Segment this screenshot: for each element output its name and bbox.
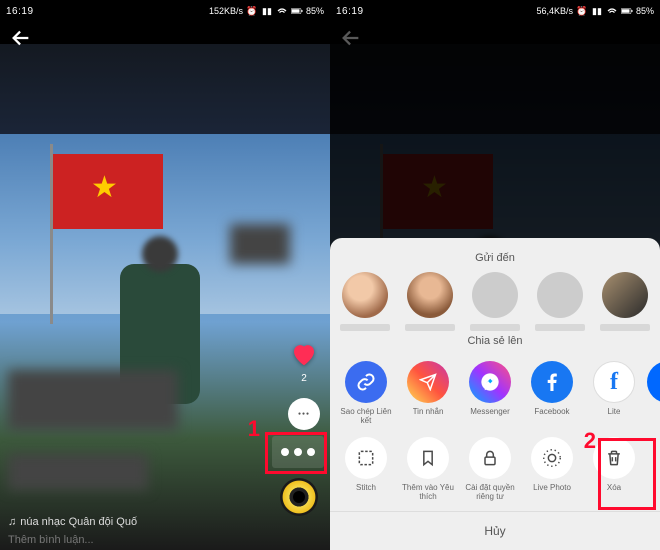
trash-icon [593, 437, 635, 479]
music-row[interactable]: ♫ núa nhạc Quân đội Quố [8, 516, 260, 528]
bookmark-icon [407, 437, 449, 479]
contact-item[interactable] [532, 272, 587, 331]
two-phone-tutorial: 16:19 152KB/s ⏰ ▮▮ 85% 2 ●●● [0, 0, 660, 550]
action-stitch[interactable]: Stitch [338, 437, 394, 501]
avatar [602, 272, 648, 318]
music-note-icon: ♫ [8, 516, 16, 528]
side-action-bar: 2 ●●● [288, 339, 320, 430]
signal-icon: ▮▮ [591, 5, 603, 17]
back-button[interactable] [0, 22, 330, 54]
facebook-icon [531, 361, 573, 403]
dots-icon: ●●● [298, 411, 310, 417]
video-background[interactable] [0, 44, 330, 550]
back-button[interactable] [330, 22, 660, 54]
phone-left: 16:19 152KB/s ⏰ ▮▮ 85% 2 ●●● [0, 0, 330, 550]
battery-icon [291, 5, 303, 17]
battery-percent: 85% [306, 6, 324, 16]
share-more[interactable]: Z [648, 361, 660, 425]
contact-item[interactable] [597, 272, 652, 331]
send-to-row[interactable] [330, 272, 660, 331]
arrow-left-icon [340, 27, 362, 49]
share-facebook[interactable]: Facebook [524, 361, 580, 425]
status-time: 16:19 [336, 6, 364, 17]
send-to-title: Gửi đến [330, 248, 660, 272]
status-bar: 16:19 56,4KB/s ⏰ ▮▮ 85% [330, 0, 660, 22]
action-favorite[interactable]: Thêm vào Yêu thích [400, 437, 456, 501]
lock-icon [469, 437, 511, 479]
battery-percent: 85% [636, 6, 654, 16]
facebook-lite-icon: f [593, 361, 635, 403]
comment-button[interactable]: ●●● [288, 398, 320, 430]
share-copy-link[interactable]: Sao chép Liên kết [338, 361, 394, 425]
contact-name-placeholder [470, 324, 520, 331]
battery-icon [621, 5, 633, 17]
messenger-icon [469, 361, 511, 403]
action-delete[interactable]: Xóa [586, 437, 642, 501]
zalo-icon: Z [647, 361, 660, 403]
cancel-button[interactable]: Hủy [330, 511, 660, 550]
wifi-icon [276, 5, 288, 17]
network-speed: 152KB/s [209, 6, 243, 16]
contact-name-placeholder [535, 324, 585, 331]
more-options-button[interactable] [272, 436, 324, 468]
arrow-left-icon [10, 27, 32, 49]
actions-row[interactable]: Stitch Thêm vào Yêu thích Cài đặt quyền … [330, 433, 660, 511]
contact-item[interactable] [338, 272, 393, 331]
avatar [342, 272, 388, 318]
share-sheet: Gửi đến Chia sẻ lên Sao chép Liên kết Ti… [330, 238, 660, 550]
action-privacy[interactable]: Cài đặt quyền riêng tư [462, 437, 518, 501]
avatar [472, 272, 518, 318]
action-live-photo[interactable]: Live Photo [524, 437, 580, 501]
avatar [407, 272, 453, 318]
contact-name-placeholder [340, 324, 390, 331]
share-apps-row[interactable]: Sao chép Liên kết Tin nhắn Messenger Fac… [330, 355, 660, 433]
alarm-icon: ⏰ [246, 5, 258, 17]
music-title: núa nhạc Quân đội Quố [20, 516, 137, 528]
link-icon [345, 361, 387, 403]
status-icons: 152KB/s ⏰ ▮▮ 85% [209, 5, 324, 17]
share-lite[interactable]: fLite [586, 361, 642, 425]
phone-right: 16:19 56,4KB/s ⏰ ▮▮ 85% Gửi đến [330, 0, 660, 550]
heart-icon [289, 339, 319, 369]
contact-item[interactable] [403, 272, 458, 331]
contact-item[interactable] [468, 272, 523, 331]
network-speed: 56,4KB/s [536, 6, 573, 16]
share-messenger[interactable]: Messenger [462, 361, 518, 425]
contact-name-placeholder [600, 324, 650, 331]
status-icons: 56,4KB/s ⏰ ▮▮ 85% [536, 5, 654, 17]
wifi-icon [606, 5, 618, 17]
alarm-icon: ⏰ [576, 5, 588, 17]
share-to-title: Chia sẻ lên [330, 331, 660, 355]
like-count: 2 [301, 373, 307, 384]
share-messages[interactable]: Tin nhắn [400, 361, 456, 425]
status-bar: 16:19 152KB/s ⏰ ▮▮ 85% [0, 0, 330, 22]
video-footer: ♫ núa nhạc Quân đội Quố Thêm bình luận..… [8, 516, 260, 546]
comment-input[interactable]: Thêm bình luận... [8, 534, 260, 546]
stitch-icon [345, 437, 387, 479]
send-icon [407, 361, 449, 403]
live-photo-icon [531, 437, 573, 479]
music-disc[interactable] [280, 478, 318, 516]
signal-icon: ▮▮ [261, 5, 273, 17]
contact-name-placeholder [405, 324, 455, 331]
like-button[interactable] [289, 339, 319, 369]
status-time: 16:19 [6, 6, 34, 17]
avatar [537, 272, 583, 318]
